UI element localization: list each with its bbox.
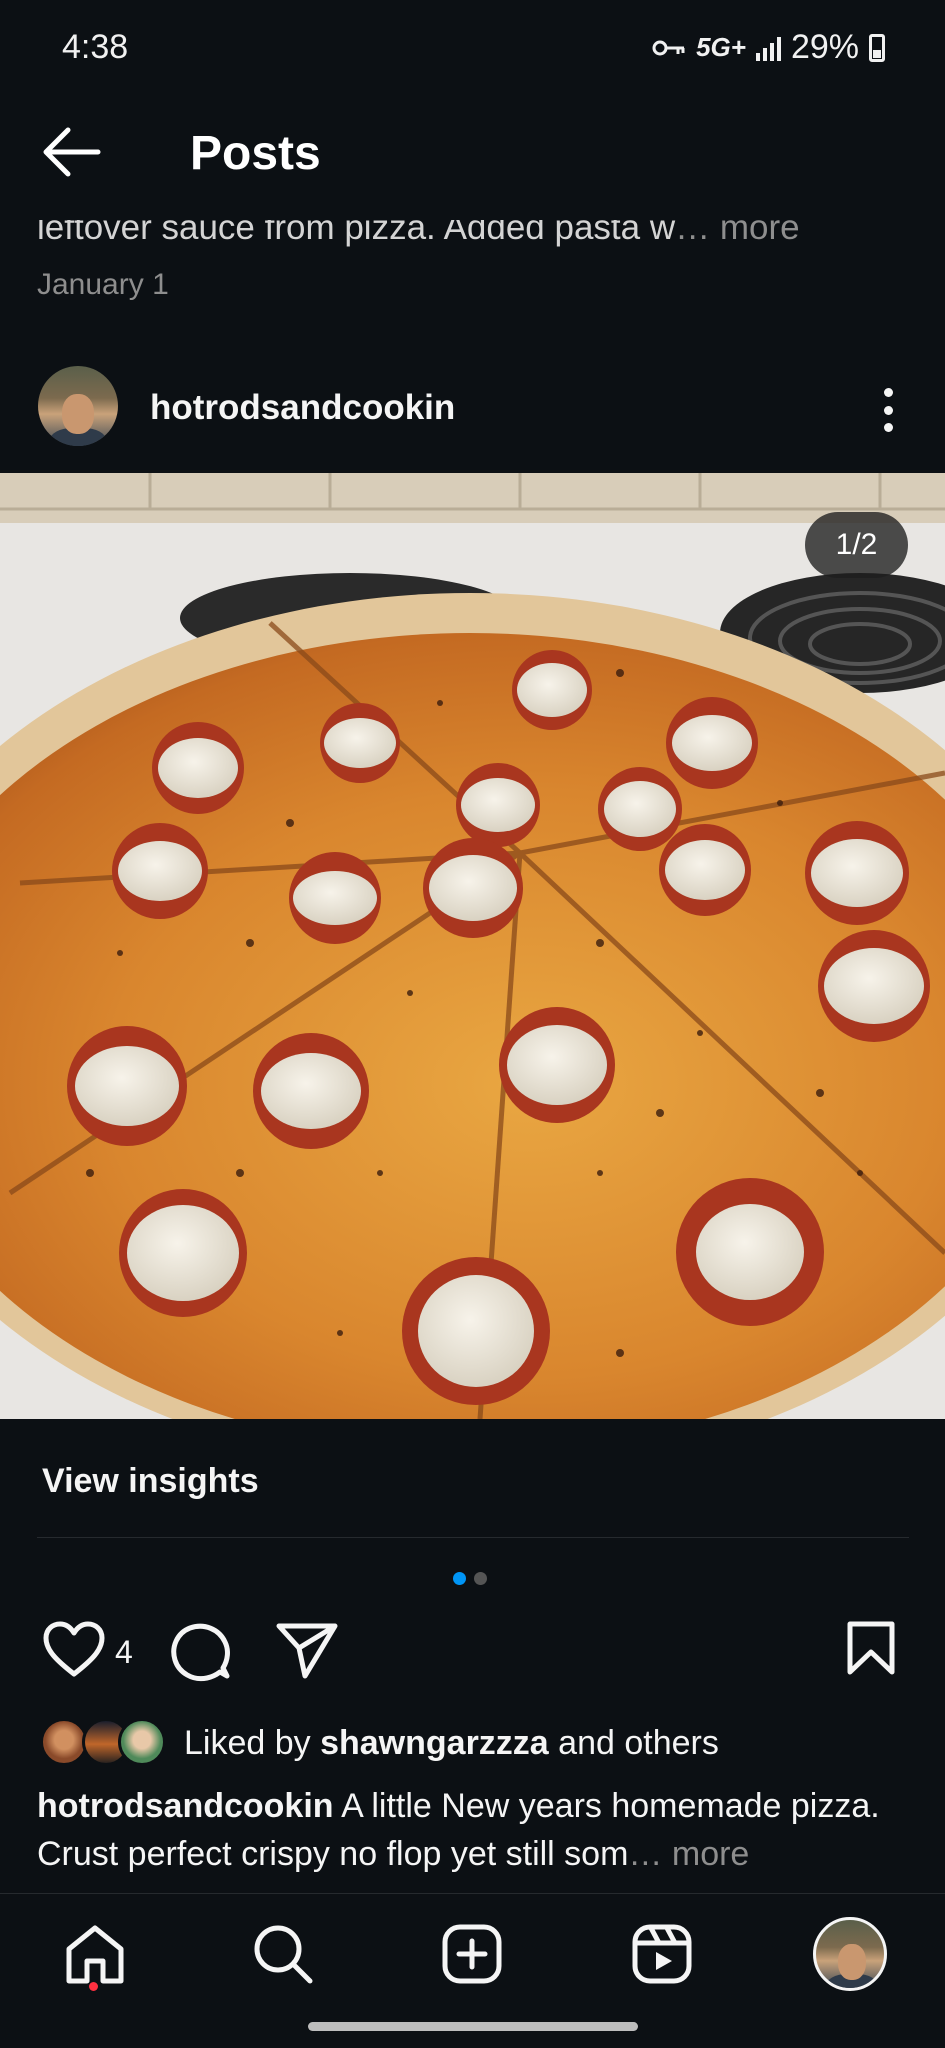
photo-counter-badge: 1/2 xyxy=(805,512,908,578)
carousel-indicator xyxy=(453,1572,487,1585)
heart-icon[interactable] xyxy=(42,1620,106,1685)
avatar[interactable] xyxy=(38,366,118,446)
vpn-key-icon xyxy=(652,28,686,67)
page-title: Posts xyxy=(190,127,321,180)
home-indicator[interactable] xyxy=(308,2022,638,2031)
liker-avatar xyxy=(40,1718,88,1766)
pizza-photo-icon xyxy=(0,473,945,1419)
liked-by-text: Liked by shawngarzzza and others xyxy=(184,1724,719,1762)
liked-by-row[interactable]: Liked by shawngarzzza and others xyxy=(0,1716,945,1772)
view-insights-link[interactable]: View insights xyxy=(42,1462,259,1501)
network-type: 5G+ xyxy=(696,32,746,62)
reels-icon[interactable] xyxy=(622,1914,702,1994)
more-options-icon[interactable] xyxy=(868,382,908,438)
liked-by-username[interactable]: shawngarzzza xyxy=(320,1724,549,1762)
carousel-dot xyxy=(474,1572,487,1585)
post-header: hotrodsandcookin xyxy=(0,362,945,472)
post-actions: 4 xyxy=(0,1620,945,1690)
caption-username[interactable]: hotrodsandcookin xyxy=(37,1787,334,1825)
caption-more-link[interactable]: more xyxy=(662,1835,749,1873)
battery-icon xyxy=(869,33,885,62)
notification-dot xyxy=(89,1982,98,1991)
share-icon[interactable] xyxy=(275,1620,339,1685)
previous-post-date: January 1 xyxy=(37,268,169,301)
previous-more-link[interactable]: more xyxy=(710,220,800,247)
previous-caption-ellipsis: … xyxy=(675,208,711,247)
status-icons: 5G+ 29% xyxy=(652,28,885,67)
top-app-bar: Posts xyxy=(0,100,945,210)
search-icon[interactable] xyxy=(243,1914,323,1994)
status-time: 4:38 xyxy=(62,28,129,66)
carousel-dot-active xyxy=(453,1572,466,1585)
previous-caption-text: leftover sauce from pizza. Added pasta w xyxy=(37,208,676,247)
post-photo[interactable] xyxy=(0,473,945,1419)
create-icon[interactable] xyxy=(432,1914,512,1994)
signal-icon xyxy=(755,35,781,61)
bottom-navigation xyxy=(0,1894,945,2012)
caption-ellipsis: … xyxy=(628,1835,663,1873)
liker-avatar xyxy=(118,1718,166,1766)
divider xyxy=(37,1537,909,1538)
previous-post-caption[interactable]: leftover sauce from pizza. Added pasta w… xyxy=(37,208,917,248)
bookmark-icon[interactable] xyxy=(846,1620,896,1681)
post-caption[interactable]: hotrodsandcookin A little New years home… xyxy=(37,1782,917,1878)
post-username[interactable]: hotrodsandcookin xyxy=(150,388,455,428)
status-bar: 4:38 5G+ 29% xyxy=(0,0,945,100)
battery-percent: 29% xyxy=(790,28,859,66)
comment-icon[interactable] xyxy=(168,1620,232,1689)
like-count[interactable]: 4 xyxy=(115,1634,133,1671)
profile-avatar[interactable] xyxy=(810,1914,890,1994)
back-arrow-icon[interactable] xyxy=(38,122,108,182)
